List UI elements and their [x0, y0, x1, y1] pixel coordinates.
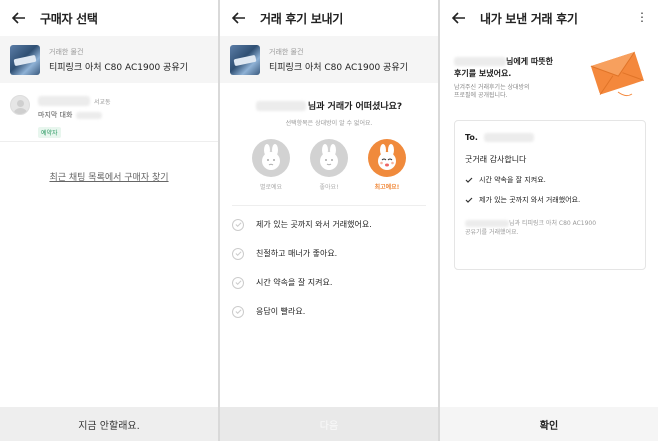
review-options-list: 제가 있는 곳까지 와서 거래했어요. 친절하고 매너가 좋아요. 시간 약속을…	[220, 210, 438, 326]
rabbit-good-icon	[310, 139, 348, 177]
review-option-label: 친절하고 매너가 좋아요.	[256, 249, 338, 258]
blurred-nickname	[454, 57, 506, 66]
blurred-nickname	[483, 133, 534, 142]
item-name: 티피링크 아처 C80 AC1900 공유기	[49, 62, 188, 73]
review-option-label: 시간 약속을 잘 지켜요.	[256, 278, 333, 287]
header: 거래 후기 보내기	[220, 0, 438, 36]
check-icon	[232, 276, 244, 289]
blurred-date	[76, 111, 103, 119]
rating-options: 별로예요 좋아요! 최고예요!	[220, 139, 438, 191]
back-arrow-icon[interactable]	[10, 9, 28, 27]
last-message-label: 마지막 대화	[38, 111, 73, 119]
rating-best-label: 최고예요!	[374, 184, 400, 191]
rating-bad-label: 별로예요	[259, 184, 283, 191]
check-icon	[465, 177, 473, 183]
check-icon	[232, 305, 244, 318]
divider	[232, 205, 426, 206]
envelope-icon	[588, 44, 648, 104]
find-buyer-link[interactable]: 최근 채팅 목록에서 구매자 찾기	[0, 170, 218, 183]
header: 내가 보낸 거래 후기 ⋮	[440, 0, 658, 36]
sent-sub-line1: 남겨주신 거래후기는 상대방의	[454, 84, 530, 91]
review-option[interactable]: 시간 약속을 잘 지켜요.	[220, 268, 438, 297]
blurred-nickname	[255, 100, 306, 111]
status-badge: 예약자	[38, 127, 61, 138]
rating-good-label: 좋아요!	[319, 184, 339, 191]
sent-message: 님에게 따뜻한 후기를 보냈어요.	[454, 56, 553, 80]
item-label: 거래한 물건	[49, 47, 84, 56]
check-icon	[232, 247, 244, 260]
back-arrow-icon[interactable]	[450, 9, 468, 27]
sent-review-screen: 내가 보낸 거래 후기 ⋮ 님에게 따뜻한 후기를 보냈어요. 남겨주신 거래후…	[440, 0, 658, 441]
review-option[interactable]: 친절하고 매너가 좋아요.	[220, 239, 438, 268]
item-name: 티피링크 아처 C80 AC1900 공유기	[269, 62, 408, 73]
buyer-row[interactable]: 서교동 마지막 대화 예약자	[0, 83, 218, 141]
confirm-button[interactable]: 확인	[440, 407, 658, 441]
next-button[interactable]: 다음	[220, 407, 438, 441]
review-question: 님과 거래가 어떠셨나요?	[220, 99, 438, 112]
sent-subtext: 남겨주신 거래후기는 상대방의 프로필에 공개됩니다.	[454, 84, 530, 100]
review-option-label: 제가 있는 곳까지 와서 거래했어요.	[256, 220, 372, 229]
rating-best[interactable]: 최고예요!	[368, 139, 406, 191]
traded-item: 거래한 물건 티피링크 아처 C80 AC1900 공유기	[220, 36, 438, 83]
card-review-item: 제가 있는 곳까지 와서 거래했어요.	[465, 195, 635, 205]
rabbit-best-icon	[368, 139, 406, 177]
more-menu-icon[interactable]: ⋮	[636, 10, 648, 24]
rabbit-bad-icon	[252, 139, 290, 177]
send-review-screen: 거래 후기 보내기 거래한 물건 티피링크 아처 C80 AC1900 공유기 …	[220, 0, 438, 441]
buyer-select-screen: 구매자 선택 거래한 물건 티피링크 아처 C80 AC1900 공유기 서교동…	[0, 0, 218, 441]
sent-message-line1: 님에게 따뜻한	[506, 57, 553, 66]
check-icon	[465, 197, 473, 203]
card-foot-line1: 님과 티피링크 아처 C80 AC1900	[509, 220, 597, 227]
card-review-item-label: 시간 약속을 잘 지켜요.	[479, 176, 546, 184]
question-subtext: 선택항목은 상대방이 알 수 없어요.	[285, 120, 373, 127]
review-option[interactable]: 응답이 빨라요.	[220, 297, 438, 326]
page-title: 거래 후기 보내기	[260, 11, 343, 26]
review-option[interactable]: 제가 있는 곳까지 와서 거래했어요.	[220, 210, 438, 239]
rating-good[interactable]: 좋아요!	[310, 139, 348, 191]
card-review-item-label: 제가 있는 곳까지 와서 거래했어요.	[479, 196, 581, 204]
item-thumbnail	[230, 44, 260, 75]
page-title: 구매자 선택	[40, 11, 98, 26]
check-icon	[232, 218, 244, 231]
page-title: 내가 보낸 거래 후기	[480, 11, 578, 26]
next-button-label: 다음	[319, 420, 339, 432]
sent-message-area: 님에게 따뜻한 후기를 보냈어요. 남겨주신 거래후기는 상대방의 프로필에 공…	[440, 36, 658, 108]
item-thumbnail	[10, 44, 40, 75]
skip-button[interactable]: 지금 안할래요.	[0, 407, 218, 441]
confirm-button-label: 확인	[539, 420, 559, 432]
card-review-item: 시간 약속을 잘 지켜요.	[465, 175, 635, 185]
sent-sub-line2: 프로필에 공개됩니다.	[454, 92, 508, 99]
divider	[0, 141, 218, 142]
blurred-nickname	[465, 220, 509, 227]
header: 구매자 선택	[0, 0, 218, 36]
card-to-label: To.	[465, 133, 478, 142]
card-recipient: To.	[465, 133, 635, 142]
sent-message-line2: 후기를 보냈어요.	[454, 69, 512, 78]
card-thanks: 굿거래 감사합니다	[465, 155, 527, 164]
review-card: To. 굿거래 감사합니다 시간 약속을 잘 지켜요. 제가 있는 곳까지 와서…	[454, 120, 646, 270]
skip-button-label: 지금 안할래요.	[78, 420, 140, 432]
review-option-label: 응답이 빨라요.	[256, 307, 306, 316]
buyer-location: 서교동	[94, 98, 111, 106]
card-footer: 님과 티피링크 아처 C80 AC1900 공유기를 거래했어요.	[465, 219, 635, 237]
blurred-nickname	[38, 96, 90, 106]
traded-item: 거래한 물건 티피링크 아처 C80 AC1900 공유기	[0, 36, 218, 83]
avatar	[10, 95, 30, 115]
back-arrow-icon[interactable]	[230, 9, 248, 27]
question-text: 님과 거래가 어떠셨나요?	[307, 102, 403, 112]
item-label: 거래한 물건	[269, 47, 304, 56]
card-foot-line2: 공유기를 거래했어요.	[465, 229, 519, 236]
rating-bad[interactable]: 별로예요	[252, 139, 290, 191]
